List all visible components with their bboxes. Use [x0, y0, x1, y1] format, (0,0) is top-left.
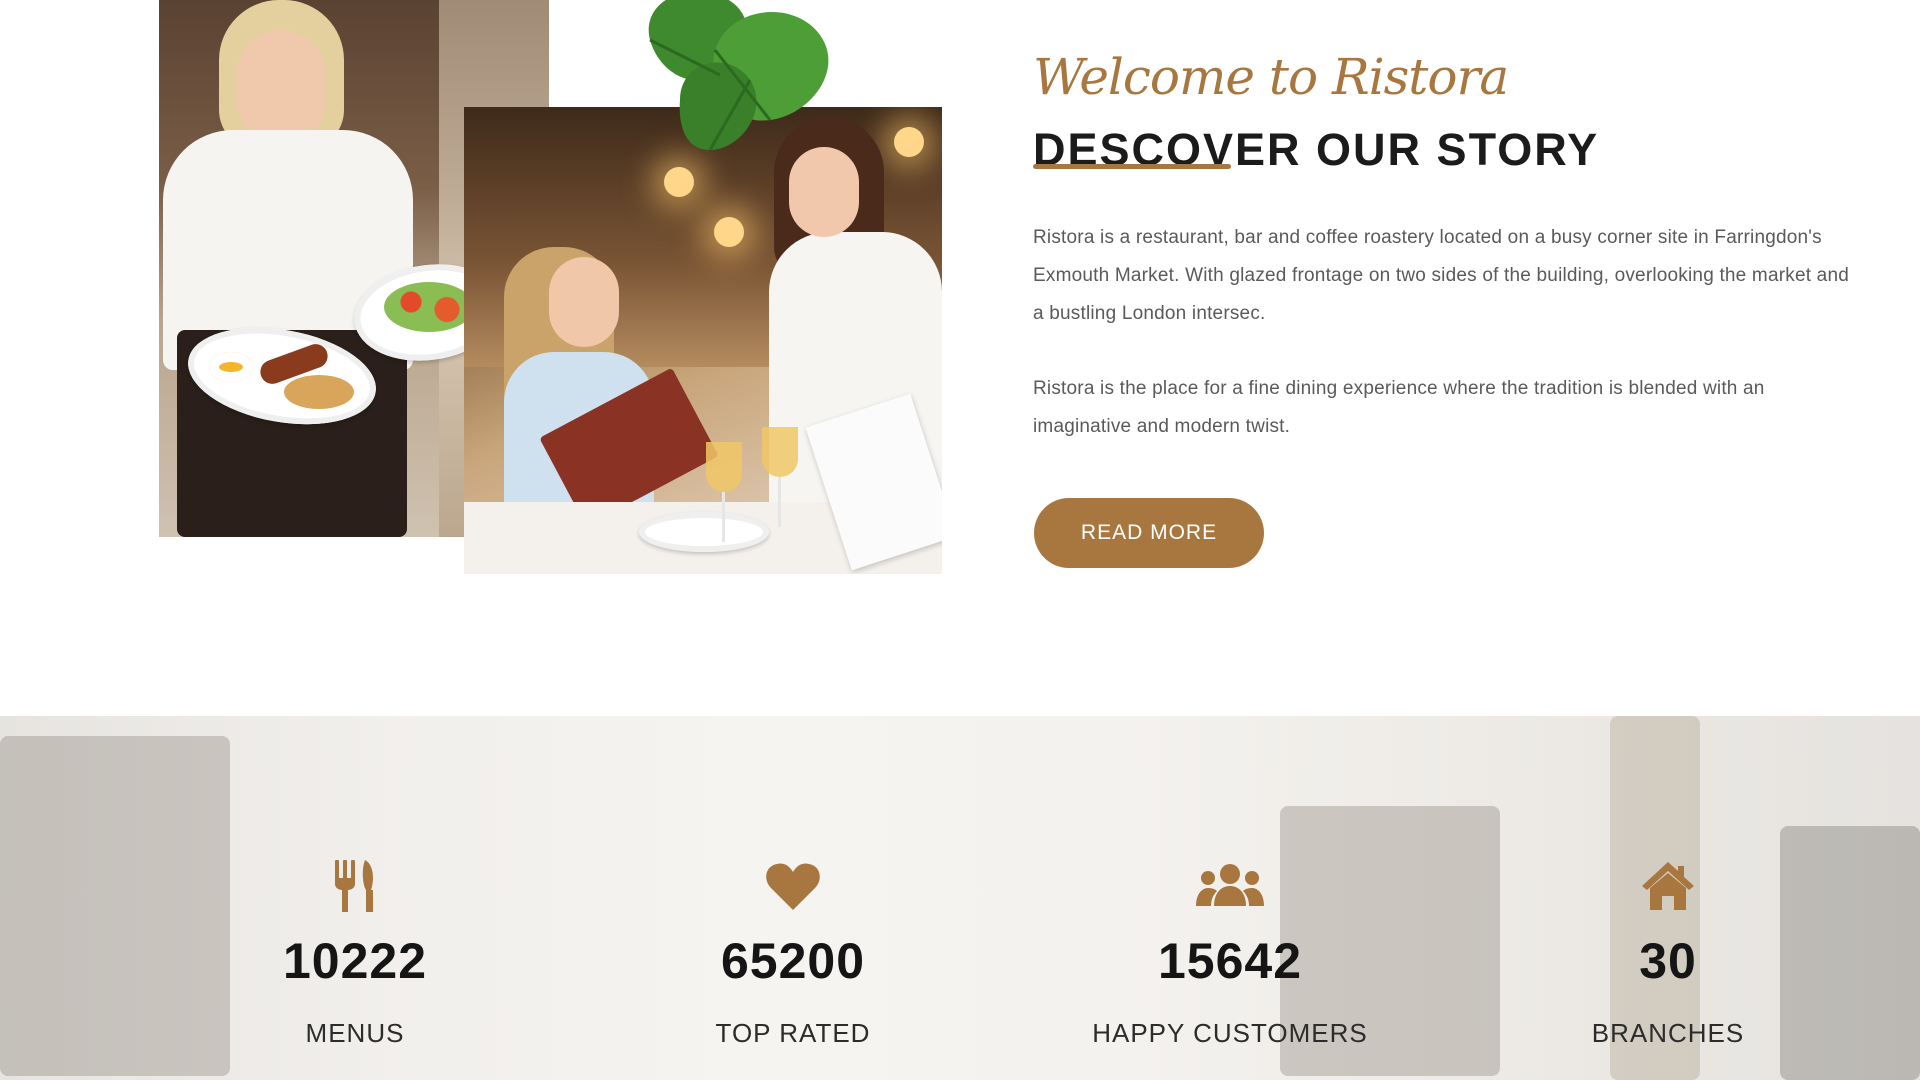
stat-value: 65200	[720, 933, 866, 989]
stat-branches: 30 BRANCHES	[1468, 856, 1868, 1049]
about-section: Welcome to Ristora DESCOVER OUR STORY Ri…	[0, 0, 1920, 716]
stat-happy-customers: 15642 HAPPY CUSTOMERS	[1030, 856, 1430, 1049]
headline-underline	[1033, 164, 1231, 169]
welcome-eyebrow: Welcome to Ristora	[1033, 48, 1509, 106]
about-paragraph-1: Ristora is a restaurant, bar and coffee …	[1033, 227, 1849, 324]
page: Welcome to Ristora DESCOVER OUR STORY Ri…	[0, 0, 1920, 1080]
heart-icon	[766, 863, 820, 910]
stat-top-rated: 65200 TOP RATED	[593, 856, 993, 1049]
stat-value: 15642	[1157, 933, 1303, 989]
fork-knife-icon	[335, 860, 373, 912]
about-paragraph-2: Ristora is the place for a fine dining e…	[1033, 378, 1765, 437]
stat-value: 10222	[282, 933, 428, 989]
stat-label: BRANCHES	[1591, 1018, 1745, 1048]
stats-section: 10222 MENUS 65200 TOP RATED 15642 HAPPY …	[0, 716, 1920, 1080]
dining-photo	[464, 107, 942, 574]
read-more-button[interactable]: READ MORE	[1034, 498, 1264, 568]
stat-label: MENUS	[305, 1018, 405, 1048]
basil-leaf-icon	[648, 0, 829, 151]
stat-label: HAPPY CUSTOMERS	[1092, 1018, 1368, 1048]
users-icon	[1196, 864, 1264, 906]
stat-value: 30	[1639, 933, 1697, 989]
stat-menus: 10222 MENUS	[155, 856, 555, 1049]
stat-label: TOP RATED	[715, 1018, 871, 1048]
home-icon	[1642, 862, 1694, 910]
